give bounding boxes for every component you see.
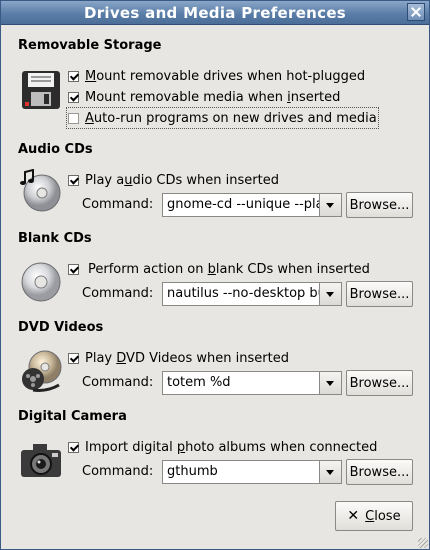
dvd-film-icon (22, 350, 62, 392)
floppy-drive-icon (22, 71, 60, 109)
audio-command-entry[interactable]: gnome-cd --unique --pla (163, 194, 320, 216)
autorun-checkbox[interactable] (68, 112, 79, 124)
blank-command-entry[interactable]: nautilus --no-desktop bu (163, 283, 320, 305)
import-photos-option[interactable]: Import digital photo albums when connect… (68, 438, 377, 456)
section-title-camera: Digital Camera (18, 409, 127, 424)
play-audio-checkbox[interactable] (68, 174, 79, 186)
mount-media-checkbox[interactable] (68, 91, 79, 103)
blank-browse-button[interactable]: Browse... (346, 281, 413, 307)
camera-command-combo[interactable]: gthumb (162, 460, 342, 484)
close-icon[interactable] (407, 3, 425, 21)
autorun-option[interactable]: Auto-run programs on new drives and medi… (66, 107, 379, 129)
chevron-down-icon[interactable] (319, 194, 341, 216)
dvd-command-entry[interactable]: totem %d (163, 372, 320, 394)
title-bar[interactable]: Drives and Media Preferences (1, 1, 429, 25)
audio-command-combo[interactable]: gnome-cd --unique --pla (162, 193, 342, 217)
resize-grip[interactable] (418, 538, 428, 548)
dvd-command-label: Command: (82, 375, 154, 390)
audio-command-label: Command: (82, 197, 154, 212)
camera-command-label: Command: (82, 464, 154, 479)
section-title-dvd: DVD Videos (18, 320, 104, 335)
close-button-label: Close (365, 508, 401, 524)
chevron-down-icon[interactable] (319, 461, 341, 483)
audio-browse-button[interactable]: Browse... (346, 192, 413, 218)
camera-icon (21, 444, 61, 477)
camera-browse-button[interactable]: Browse... (346, 459, 413, 485)
import-photos-label: Import digital photo albums when connect… (85, 439, 378, 455)
blank-command-label: Command: (82, 286, 154, 301)
mount-drives-option[interactable]: Mount removable drives when hot-plugged (68, 67, 365, 85)
mount-media-option[interactable]: Mount removable media when inserted (68, 88, 340, 106)
mount-drives-label: Mount removable drives when hot-plugged (85, 68, 366, 84)
mount-drives-checkbox[interactable] (68, 70, 79, 82)
section-title-audio: Audio CDs (18, 142, 93, 157)
close-button[interactable]: ✕ Close (335, 501, 413, 531)
audio-cd-icon (20, 169, 61, 212)
autorun-label: Auto-run programs on new drives and medi… (85, 110, 377, 126)
section-title-removable: Removable Storage (18, 38, 162, 53)
x-icon: ✕ (347, 508, 360, 524)
blank-cd-label: Perform action on blank CDs when inserte… (88, 261, 370, 277)
chevron-down-icon[interactable] (319, 372, 341, 394)
play-audio-option[interactable]: Play audio CDs when inserted (68, 171, 279, 189)
play-dvd-checkbox[interactable] (68, 352, 79, 364)
section-title-blank: Blank CDs (18, 231, 92, 246)
mount-media-label: Mount removable media when inserted (85, 89, 341, 105)
window-title: Drives and Media Preferences (83, 4, 347, 22)
import-photos-checkbox[interactable] (68, 441, 79, 453)
play-dvd-label: Play DVD Videos when inserted (85, 350, 289, 366)
camera-command-entry[interactable]: gthumb (163, 461, 320, 483)
preferences-window: Drives and Media Preferences Removable S… (0, 0, 430, 550)
blank-cd-icon (21, 262, 61, 302)
play-audio-label: Play audio CDs when inserted (85, 172, 279, 188)
blank-cd-option[interactable]: Perform action on blank CDs when inserte… (68, 260, 370, 278)
chevron-down-icon[interactable] (319, 283, 341, 305)
dvd-command-combo[interactable]: totem %d (162, 371, 342, 395)
play-dvd-option[interactable]: Play DVD Videos when inserted (68, 349, 289, 367)
blank-command-combo[interactable]: nautilus --no-desktop bu (162, 282, 342, 306)
dvd-browse-button[interactable]: Browse... (346, 370, 413, 396)
blank-cd-checkbox[interactable] (68, 263, 79, 275)
